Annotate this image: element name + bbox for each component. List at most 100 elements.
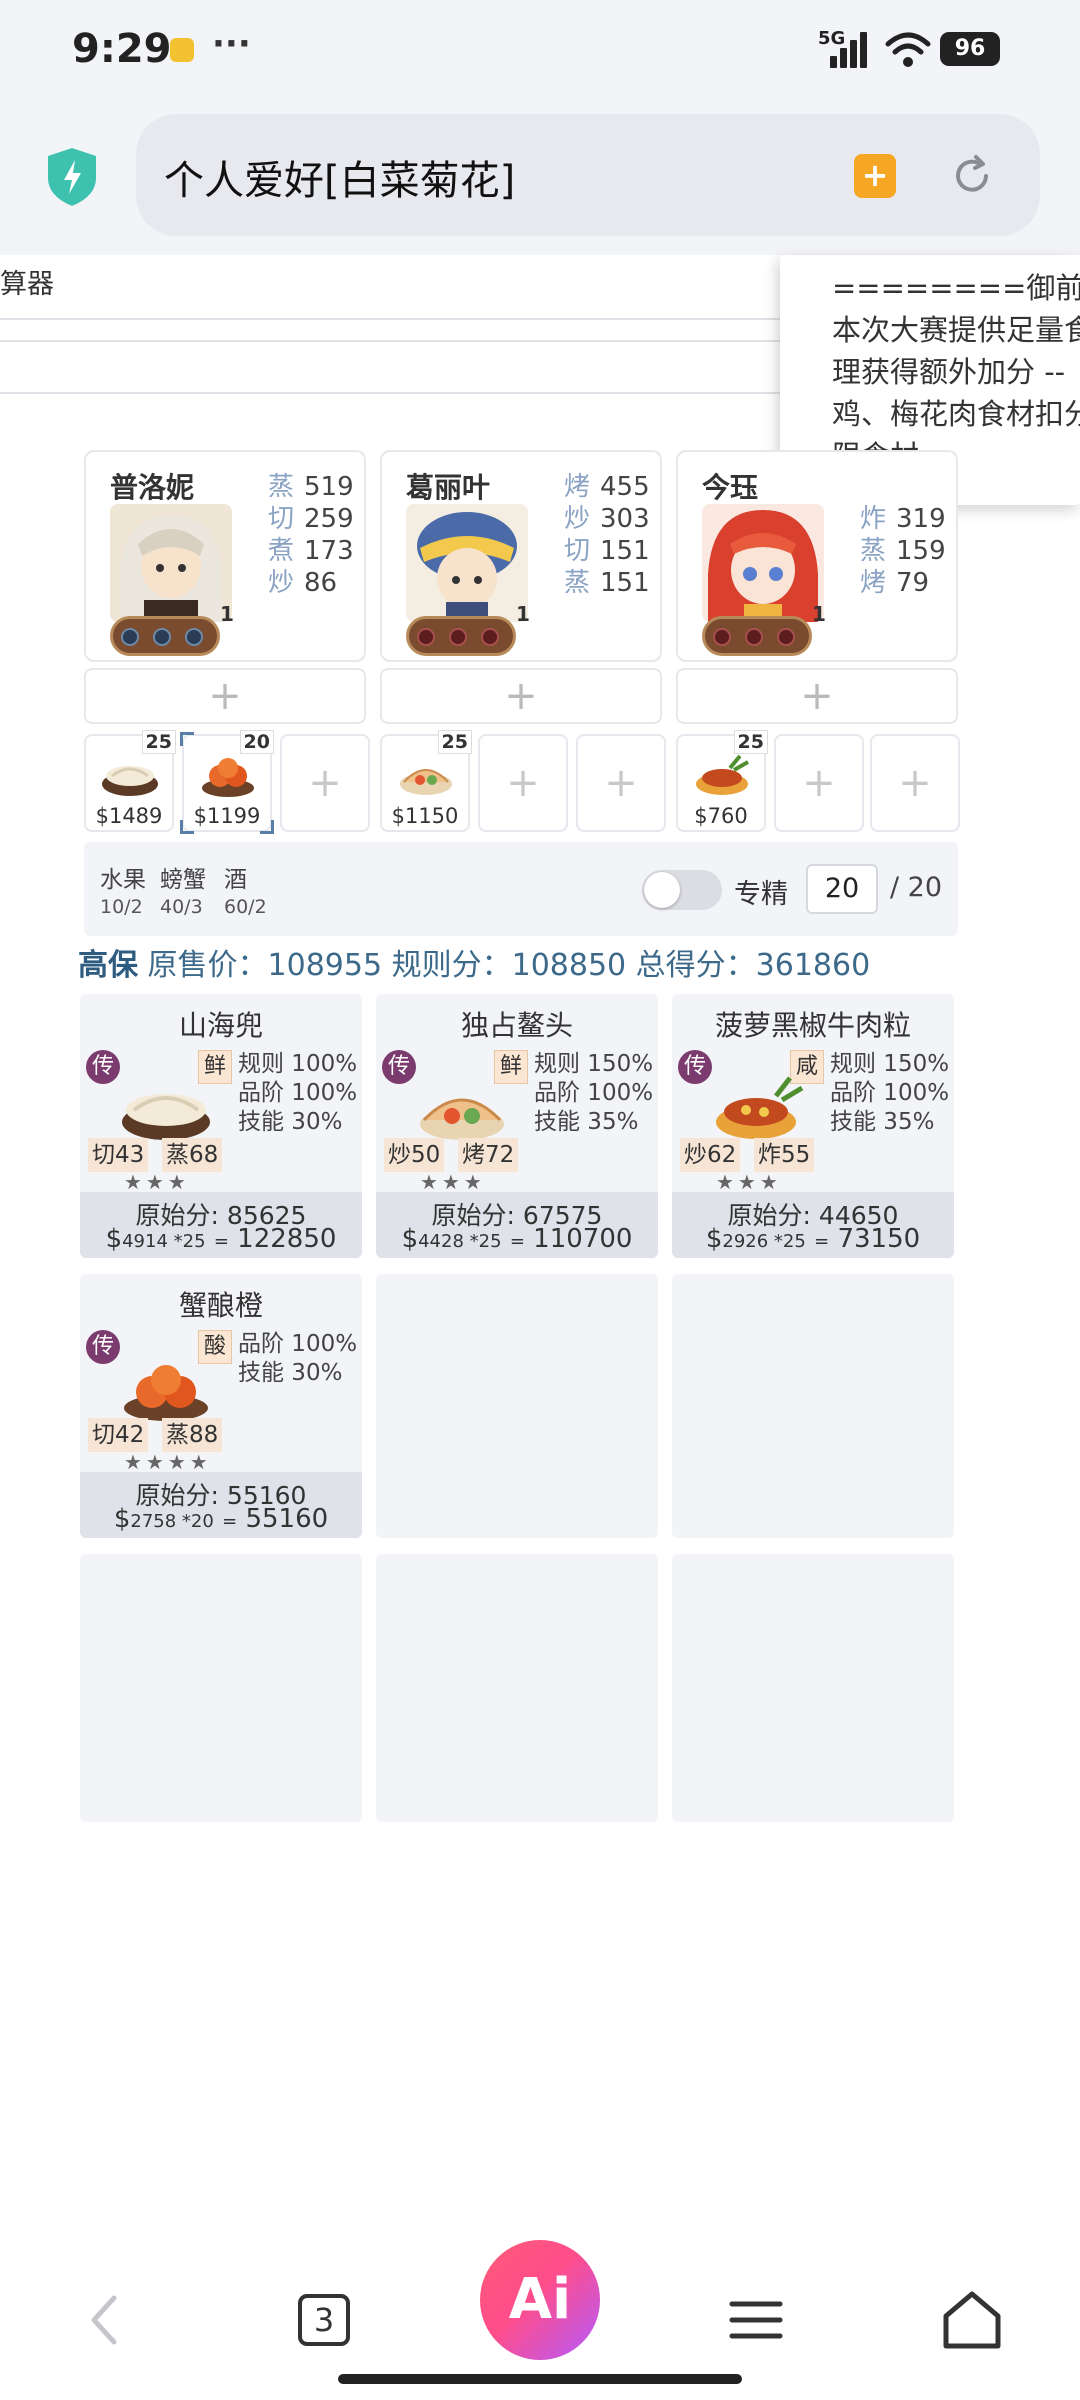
empty-recipe-slot[interactable] xyxy=(672,1554,954,1822)
condition-value: 10/2 xyxy=(100,896,143,918)
recipe-card[interactable]: 山海兜 传 鲜 规则 100% 品阶 100% 技能 30% 切43 蒸68 ★… xyxy=(80,994,362,1258)
empty-dish-slot[interactable]: + xyxy=(774,734,864,832)
total-price: 55160 xyxy=(245,1504,329,1534)
req-value: 55 xyxy=(781,1142,811,1168)
add-equipment-button[interactable]: + xyxy=(84,668,366,724)
star-rating: ★★★★ xyxy=(124,1450,212,1474)
signal-icon xyxy=(830,32,874,68)
chef-card-2[interactable]: 葛丽叶 1 烤 455 炒 303 切 151 蒸 151 xyxy=(380,450,662,662)
dish-quantity: 25 xyxy=(437,730,472,754)
req-skill: 烤 xyxy=(462,1142,485,1168)
reload-icon[interactable] xyxy=(948,152,996,200)
quantity-input[interactable]: 20 xyxy=(806,864,878,914)
req-value: 50 xyxy=(411,1142,441,1168)
dish-slot[interactable]: 25 $1150 xyxy=(380,730,472,832)
chef-portrait xyxy=(406,504,528,622)
dish-quantity: 25 xyxy=(141,730,176,754)
legend-rarity-badge: 传 xyxy=(86,1050,120,1084)
url-text[interactable]: 个人爱好[白菜菊花] xyxy=(164,148,515,206)
toggle-knob xyxy=(644,872,680,908)
condition-value: 40/3 xyxy=(160,896,203,918)
chef-level: 1 xyxy=(516,602,530,626)
equipment-slots[interactable] xyxy=(702,616,812,656)
equipment-gem-icon xyxy=(185,628,203,646)
specialization-toggle[interactable] xyxy=(642,870,722,910)
unit-price-times-qty: 4914 *25 xyxy=(122,1231,206,1252)
chef-portrait xyxy=(702,504,824,622)
dollar-sign: $ xyxy=(105,1224,123,1254)
equals-sign: = xyxy=(814,1231,830,1252)
recipe-card[interactable]: 独占鳌头 传 鲜 规则 150% 品阶 100% 技能 35% 炒50 烤72 … xyxy=(376,994,658,1258)
dish-price: $760 xyxy=(694,804,748,828)
dish-quantity: 20 xyxy=(239,730,274,754)
crab-orange-dish-icon xyxy=(202,758,254,797)
equipment-gem-icon xyxy=(713,628,731,646)
crab-orange-dish-icon xyxy=(124,1365,208,1421)
dish-price: $1489 xyxy=(95,804,163,828)
empty-recipe-slot[interactable] xyxy=(376,1274,658,1538)
unit-price-times-qty: 4428 *25 xyxy=(418,1231,502,1252)
recipe-card[interactable]: 蟹酿橙 传 酸 品阶 100% 技能 30% 切42 蒸88 ★★★★ 原始分:… xyxy=(80,1274,362,1538)
bonus-list: 品阶 100% 技能 30% xyxy=(238,1330,357,1388)
security-shield-icon[interactable] xyxy=(44,146,100,208)
req-skill: 切 xyxy=(92,1422,115,1448)
skill-name: 蒸 xyxy=(564,568,591,598)
empty-recipe-slot[interactable] xyxy=(80,1554,362,1822)
empty-dish-slot[interactable]: + xyxy=(870,734,960,832)
chef-name: 普洛妮 xyxy=(110,471,195,504)
empty-dish-slot[interactable]: + xyxy=(478,734,568,832)
req-value: 72 xyxy=(485,1142,515,1168)
bookmark-plus-icon[interactable]: + xyxy=(854,154,896,198)
equipment-slots[interactable] xyxy=(110,616,220,656)
divider xyxy=(0,340,780,342)
bonus-line: 规则 150% xyxy=(830,1051,950,1077)
recipe-score-footer: 原始分: 85625 $4914 *25 = 122850 xyxy=(80,1192,362,1258)
recipe-card[interactable]: 菠萝黑椒牛肉粒 传 咸 规则 150% 品阶 100% 技能 35% 炒62 炸… xyxy=(672,994,954,1258)
tabs-button[interactable]: 3 xyxy=(284,2280,364,2360)
status-bar: 9:29 ··· 5G 96 xyxy=(0,0,1080,100)
empty-recipe-slot[interactable] xyxy=(376,1554,658,1822)
skill-requirement: 炸55 xyxy=(754,1138,815,1172)
tab-count: 3 xyxy=(298,2294,350,2346)
ai-assistant-button[interactable]: Ai xyxy=(480,2240,600,2360)
address-bar[interactable]: 个人爱好[白菜菊花] + xyxy=(136,114,1040,236)
menu-icon[interactable] xyxy=(716,2280,796,2360)
divider xyxy=(0,318,780,320)
price-calc: $4428 *25 = 110700 xyxy=(376,1224,658,1254)
recipe-name: 菠萝黑椒牛肉粒 xyxy=(714,1009,911,1042)
summary-text: 原售价：108955 规则分：108850 总得分：361860 xyxy=(147,948,871,983)
empty-recipe-slot[interactable] xyxy=(672,1274,954,1538)
add-equipment-button[interactable]: + xyxy=(380,668,662,724)
empty-dish-slot[interactable]: + xyxy=(280,734,370,832)
chef-portrait xyxy=(110,504,232,622)
star-rating: ★★★ xyxy=(124,1170,190,1194)
price-calc: $2758 *20 = 55160 xyxy=(80,1504,362,1534)
skill-requirement: 炒62 xyxy=(680,1138,741,1172)
dollar-sign: $ xyxy=(113,1504,131,1534)
home-icon[interactable] xyxy=(932,2280,1012,2360)
equals-sign: = xyxy=(213,1231,229,1252)
back-arrow-icon[interactable] xyxy=(66,2280,146,2360)
home-indicator[interactable] xyxy=(338,2374,742,2384)
chef-card-3[interactable]: 今珏 1 炸 319 蒸 159 烤 79 xyxy=(676,450,958,662)
popup-line: 本次大赛提供足量食 xyxy=(832,313,1080,347)
skill-requirement: 烤72 xyxy=(458,1138,519,1172)
dish-slot[interactable]: 25 $760 xyxy=(676,730,768,832)
add-equipment-button[interactable]: + xyxy=(676,668,958,724)
dumpling-dish-icon xyxy=(102,766,158,796)
legend-rarity-badge: 传 xyxy=(382,1050,416,1084)
unit-price-times-qty: 2926 *25 xyxy=(722,1231,806,1252)
empty-dish-slot[interactable]: + xyxy=(576,734,666,832)
dollar-sign: $ xyxy=(401,1224,419,1254)
bonus-list: 规则 150% 品阶 100% 技能 35% xyxy=(534,1050,653,1137)
equipment-slots[interactable] xyxy=(406,616,516,656)
skill-value: 151 xyxy=(600,568,650,598)
skill-requirement: 蒸68 xyxy=(162,1138,223,1172)
dish-slot-selected[interactable]: 20 $1199 xyxy=(180,730,274,834)
dish-price: $1199 xyxy=(193,804,261,828)
chef-card-1[interactable]: 普洛妮 1 蒸 519 切 259 煮 173 炒 86 xyxy=(84,450,366,662)
total-price: 110700 xyxy=(533,1224,633,1254)
equipment-gem-icon xyxy=(121,628,139,646)
score-summary: 高保 原售价：108955 规则分：108850 总得分：361860 xyxy=(78,940,870,984)
dish-slot[interactable]: 25 $1489 xyxy=(84,730,176,832)
